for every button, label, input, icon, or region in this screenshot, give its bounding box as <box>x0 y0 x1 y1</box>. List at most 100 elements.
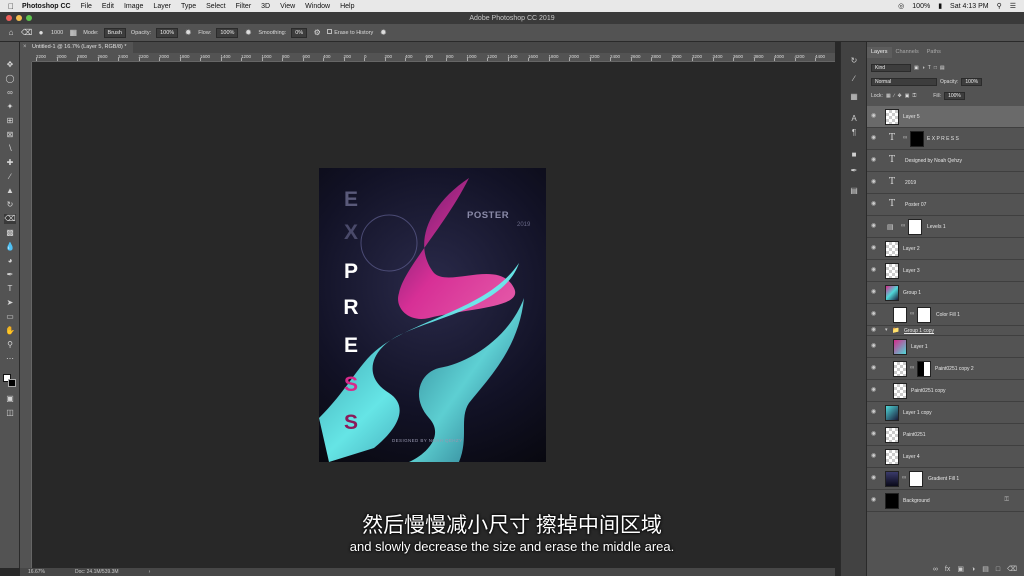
character-panel-icon[interactable]: A <box>849 114 859 124</box>
menu-filter[interactable]: Filter <box>236 3 252 10</box>
move-tool-icon[interactable]: ✥ <box>4 60 16 70</box>
menu-edit[interactable]: Edit <box>102 3 114 10</box>
menu-3d[interactable]: 3D <box>261 3 270 10</box>
history-panel-icon[interactable]: ↻ <box>849 56 859 66</box>
new-layer-icon[interactable]: □ <box>996 566 1000 573</box>
magic-wand-tool-icon[interactable]: ✦ <box>4 102 16 112</box>
visibility-eye-icon[interactable]: ◉ <box>871 431 878 437</box>
menu-window[interactable]: Window <box>305 3 330 10</box>
doc-info[interactable]: Doc: 24.1M/539.3M <box>75 569 119 575</box>
zoom-tool-icon[interactable]: ⚲ <box>4 340 16 350</box>
visibility-eye-icon[interactable]: ◉ <box>871 135 878 141</box>
layer-opacity-input[interactable]: 100% <box>961 77 983 86</box>
new-group-icon[interactable]: ▤ <box>982 565 989 573</box>
visibility-eye-icon[interactable]: ◉ <box>871 343 878 349</box>
visibility-eye-icon[interactable]: ◉ <box>871 113 878 119</box>
paths-panel-icon[interactable]: ✒ <box>849 166 859 176</box>
eyedropper-tool-icon[interactable]: ∖ <box>4 144 16 154</box>
zoom-level[interactable]: 16.67% <box>28 569 45 575</box>
menu-image[interactable]: Image <box>124 3 143 10</box>
layer-row[interactable]: ◉ T 2019 <box>867 172 1024 194</box>
filter-shape-icon[interactable]: □ <box>934 65 937 71</box>
menu-file[interactable]: File <box>81 3 92 10</box>
visibility-eye-icon[interactable]: ◉ <box>871 267 878 273</box>
pressure-opacity-icon[interactable]: ✹ <box>183 28 193 38</box>
tab-channels[interactable]: Channels <box>892 47 923 58</box>
visibility-eye-icon[interactable]: ◉ <box>871 453 878 459</box>
stamp-tool-icon[interactable]: ▲ <box>4 186 16 196</box>
screen-mode-icon[interactable]: ◫ <box>4 408 16 418</box>
path-select-tool-icon[interactable]: ➤ <box>4 298 16 308</box>
blur-tool-icon[interactable]: 💧 <box>4 242 16 252</box>
crop-tool-icon[interactable]: ⊞ <box>4 116 16 126</box>
layer-row[interactable]: ◉ ▤ ∞ Levels 1 <box>867 216 1024 238</box>
pressure-size-icon[interactable]: ✹ <box>378 28 388 38</box>
layer-row[interactable]: ◉ Layer 2 <box>867 238 1024 260</box>
maximize-window-icon[interactable] <box>26 15 32 21</box>
new-adjustment-icon[interactable]: ◑ <box>971 566 975 573</box>
filter-pixel-icon[interactable]: ▣ <box>914 65 919 71</box>
canvas-area[interactable]: POSTER 2019 E X P R E S S DESIGNED BY NO… <box>32 62 835 568</box>
smoothing-gear-icon[interactable]: ⚙ <box>312 28 322 38</box>
lock-position-icon[interactable]: ✥ <box>898 93 902 99</box>
brush-settings-panel-icon[interactable]: ∕ <box>849 74 859 84</box>
layer-row[interactable]: ◉ ∞ Gradient Fill 1 <box>867 468 1024 490</box>
lasso-tool-icon[interactable]: ∞ <box>4 88 16 98</box>
more-tools-icon[interactable]: ⋯ <box>4 354 16 364</box>
layer-row[interactable]: ◉ Group 1 <box>867 282 1024 304</box>
blend-mode-select[interactable]: Normal <box>871 77 937 86</box>
link-layers-icon[interactable]: ∞ <box>933 566 938 573</box>
lock-all-icon[interactable]: ⚿ <box>912 93 916 99</box>
brush-preset-icon[interactable]: ● <box>36 28 46 38</box>
fill-input[interactable]: 100% <box>944 91 965 100</box>
erase-history-checkbox[interactable]: Erase to History <box>327 29 373 36</box>
visibility-eye-icon[interactable]: ◉ <box>871 179 878 185</box>
quick-mask-icon[interactable]: ▣ <box>4 394 16 404</box>
chevron-right-icon[interactable]: › <box>149 569 151 575</box>
layer-group-row[interactable]: ◉ ▾ 📁 Group 1 copy <box>867 326 1024 336</box>
mode-select[interactable]: Brush <box>103 27 126 38</box>
libraries-panel-icon[interactable]: ▤ <box>849 186 859 196</box>
close-tab-icon[interactable]: × <box>23 42 27 53</box>
visibility-eye-icon[interactable]: ◉ <box>871 497 878 503</box>
visibility-eye-icon[interactable]: ◉ <box>871 365 878 371</box>
frame-tool-icon[interactable]: ⊠ <box>4 130 16 140</box>
airbrush-icon[interactable]: ✹ <box>243 28 253 38</box>
poster-artwork[interactable]: POSTER 2019 E X P R E S S DESIGNED BY NO… <box>319 168 546 462</box>
document-tab[interactable]: × Untitled-1 @ 16.7% (Layer 5, RGB/8) * <box>20 42 133 53</box>
lock-artboard-icon[interactable]: ▣ <box>905 93 910 99</box>
pen-tool-icon[interactable]: ✒ <box>4 270 16 280</box>
lock-icon[interactable]: ⚿ <box>1004 497 1009 504</box>
paragraph-panel-icon[interactable]: ¶ <box>849 128 859 138</box>
battery-icon[interactable]: ▮ <box>938 2 942 10</box>
layer-row[interactable]: ◉ Layer 4 <box>867 446 1024 468</box>
rectangle-tool-icon[interactable]: ▭ <box>4 312 16 322</box>
lock-image-icon[interactable]: ∕ <box>894 93 895 99</box>
filter-type-icon[interactable]: T <box>928 65 931 71</box>
vertical-ruler[interactable] <box>20 62 32 568</box>
dodge-tool-icon[interactable]: ◕ <box>4 256 16 266</box>
layer-row[interactable]: ◉ ∞ Color Fill 1 <box>867 304 1024 326</box>
visibility-eye-icon[interactable]: ◉ <box>871 245 878 251</box>
eraser-tool-icon[interactable]: ⌫ <box>4 214 16 224</box>
brush-tool-icon[interactable]: ∕ <box>4 172 16 182</box>
fx-icon[interactable]: fx <box>945 566 950 573</box>
visibility-eye-icon[interactable]: ◉ <box>871 223 878 229</box>
layer-row[interactable]: ◉ Layer 1 <box>867 336 1024 358</box>
brush-settings-icon[interactable]: ▦ <box>68 28 78 38</box>
flow-input[interactable]: 100% <box>216 27 239 38</box>
brush-size[interactable]: 1000 <box>51 30 63 36</box>
tab-layers[interactable]: Layers <box>867 47 892 58</box>
healing-tool-icon[interactable]: ✚ <box>4 158 16 168</box>
menu-list-icon[interactable]: ☰ <box>1010 2 1016 10</box>
menu-select[interactable]: Select <box>206 3 225 10</box>
delete-layer-icon[interactable]: ⌫ <box>1007 565 1017 573</box>
lock-transparent-icon[interactable]: ▦ <box>886 93 891 99</box>
visibility-eye-icon[interactable]: ◉ <box>871 327 878 333</box>
clock[interactable]: Sat 4:13 PM <box>950 3 989 10</box>
add-mask-icon[interactable]: ▣ <box>957 565 964 573</box>
gradient-tool-icon[interactable]: ▩ <box>4 228 16 238</box>
visibility-eye-icon[interactable]: ◉ <box>871 157 878 163</box>
app-menu-name[interactable]: Photoshop CC <box>22 3 71 10</box>
horizontal-ruler[interactable]: 2200 2000 2800 2600 2400 2200 2000 1800 1600 1400… <box>32 53 835 62</box>
